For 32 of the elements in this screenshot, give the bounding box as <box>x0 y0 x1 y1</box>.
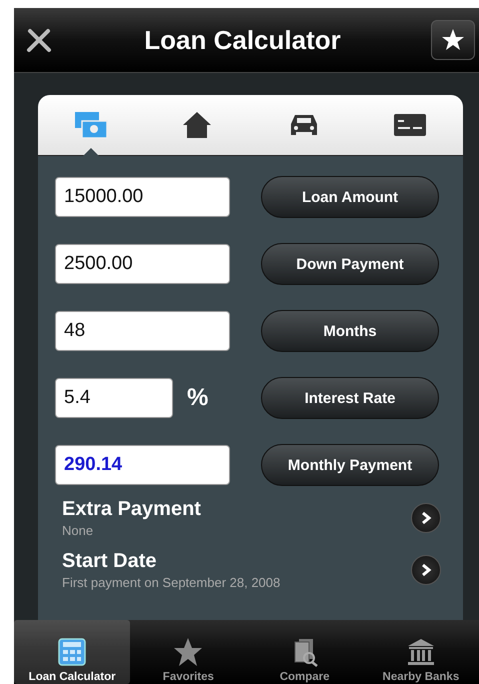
tab-bar-item[interactable]: Loan Calculator <box>14 620 130 684</box>
number-field[interactable]: 290.14 <box>55 445 230 485</box>
chevron-icon <box>420 563 432 577</box>
house-icon <box>182 111 212 139</box>
disclosure-button[interactable] <box>411 503 441 533</box>
calculate-button[interactable]: Loan Amount <box>261 176 439 218</box>
disclosure-button[interactable] <box>411 555 441 585</box>
number-field[interactable]: 2500.00 <box>55 244 230 284</box>
calculate-button[interactable]: Months <box>261 310 439 352</box>
number-field[interactable]: 5.4 <box>55 378 173 418</box>
option-value: First payment on September 28, 2008 <box>62 575 280 590</box>
star-icon <box>173 637 204 667</box>
star-icon <box>440 28 465 52</box>
screen-title: Loan Calculator <box>144 24 341 56</box>
calculate-button[interactable]: Down Payment <box>261 243 439 285</box>
bank-icon <box>406 637 436 667</box>
option-value: None <box>62 523 94 538</box>
option-title: Extra Payment <box>62 498 201 521</box>
tab-bar-item[interactable]: Compare <box>246 620 363 684</box>
calculate-button[interactable]: Interest Rate <box>261 377 439 419</box>
calculate-button[interactable]: Monthly Payment <box>261 444 439 486</box>
tab-bar-item[interactable]: Favorites <box>130 620 246 684</box>
number-field[interactable]: 15000.00 <box>55 177 230 217</box>
tab-bar-item[interactable]: Nearby Banks <box>362 620 479 684</box>
calculator-icon <box>57 637 88 667</box>
number-field[interactable]: 48 <box>55 311 230 351</box>
favorite-button[interactable] <box>430 20 475 60</box>
chevron-icon <box>420 511 432 525</box>
unit-label: % <box>187 384 208 412</box>
option-title: Start Date <box>62 550 158 573</box>
banknotes-icon <box>74 111 108 139</box>
card-icon <box>392 113 427 137</box>
